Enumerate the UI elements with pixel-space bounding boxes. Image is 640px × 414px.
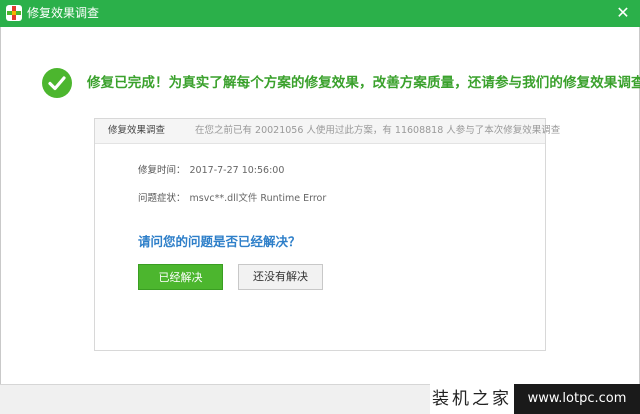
repair-time-value: 2017-7-27 10:56:00 [189,165,285,176]
problem-symptom-label: 问题症状： [138,193,186,204]
check-circle-icon [42,68,72,98]
problem-symptom-row: 问题症状： msvc**.dll文件 Runtime Error [138,192,326,206]
watermark-label: 装机之家 [430,384,514,414]
resolved-question: 请问您的问题是否已经解决？ [138,234,301,249]
survey-card-title: 修复效果调查 [108,125,166,136]
repair-time-row: 修复时间： 2017-7-27 10:56:00 [138,164,284,178]
app-logo-icon [6,5,22,21]
watermark-url: www.lotpc.com [514,384,640,414]
completion-message: 修复已完成！为真实了解每个方案的修复效果，改善方案质量，还请参与我们的修复效果调… [87,75,640,91]
window-title: 修复效果调查 [27,6,100,20]
survey-card: 修复效果调查 在您之前已有 20021056 人使用过此方案，有 1160881… [94,118,560,351]
survey-participation-note: 在您之前已有 20021056 人使用过此方案，有 11608818 人参与了本… [195,125,561,136]
not-resolved-button[interactable]: 还没有解决 [238,264,323,290]
resolved-button[interactable]: 已经解决 [138,264,223,290]
survey-card-header: 修复效果调查 在您之前已有 20021056 人使用过此方案，有 1160881… [95,119,560,144]
title-bar: 修复效果调查 ✕ [0,0,640,27]
repair-time-label: 修复时间： [138,165,186,176]
close-button[interactable]: ✕ [612,3,634,23]
problem-symptom-value: msvc**.dll文件 Runtime Error [189,193,327,204]
